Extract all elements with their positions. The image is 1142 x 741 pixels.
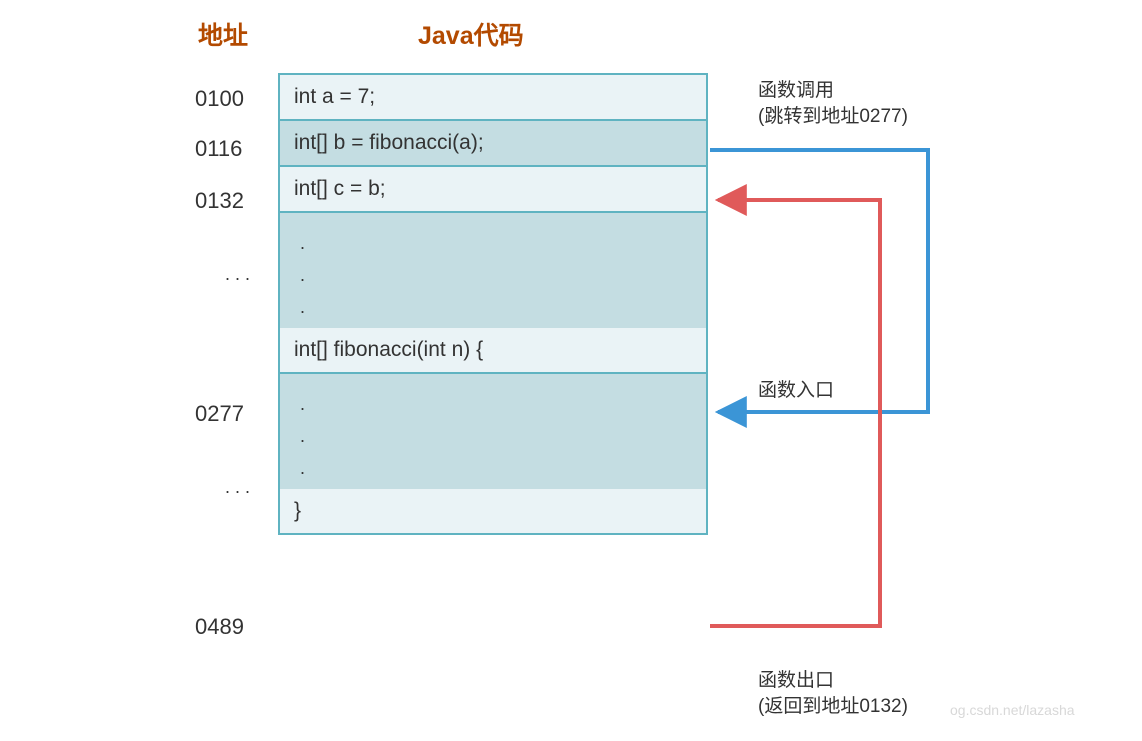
arrow-call: [710, 150, 928, 412]
watermark: og.csdn.net/lazasha: [950, 702, 1075, 718]
memory-call-diagram: 地址 Java代码 int a = 7; int[] b = fibonacci…: [0, 0, 1142, 741]
addr-6: 0489: [195, 614, 244, 640]
addr-4: 0277: [195, 401, 244, 427]
addr-1: 0116: [195, 136, 242, 162]
addr-2: 0132: [195, 188, 244, 214]
addr-dots-2: . . .: [225, 471, 250, 503]
header-code-label: Java代码: [418, 16, 524, 52]
annotation-call: 函数调用 (跳转到地址0277): [758, 78, 908, 129]
code-row-0: int a = 7;: [280, 75, 706, 121]
annotation-exit: 函数出口 (返回到地址0132): [758, 668, 908, 719]
code-row-3-dots: . . .: [280, 213, 706, 328]
header-address-label: 地址: [198, 16, 248, 52]
addr-dots-1: . . .: [225, 258, 250, 290]
code-row-2: int[] c = b;: [280, 167, 706, 213]
code-row-4: int[] fibonacci(int n) {: [280, 328, 706, 374]
code-row-5-dots: . . .: [280, 374, 706, 489]
arrow-return: [710, 200, 880, 626]
addr-0: 0100: [195, 86, 244, 112]
annotation-entry: 函数入口: [758, 378, 834, 404]
code-row-1: int[] b = fibonacci(a);: [280, 121, 706, 167]
code-table: int a = 7; int[] b = fibonacci(a); int[]…: [278, 73, 708, 535]
code-row-6: }: [280, 489, 706, 533]
